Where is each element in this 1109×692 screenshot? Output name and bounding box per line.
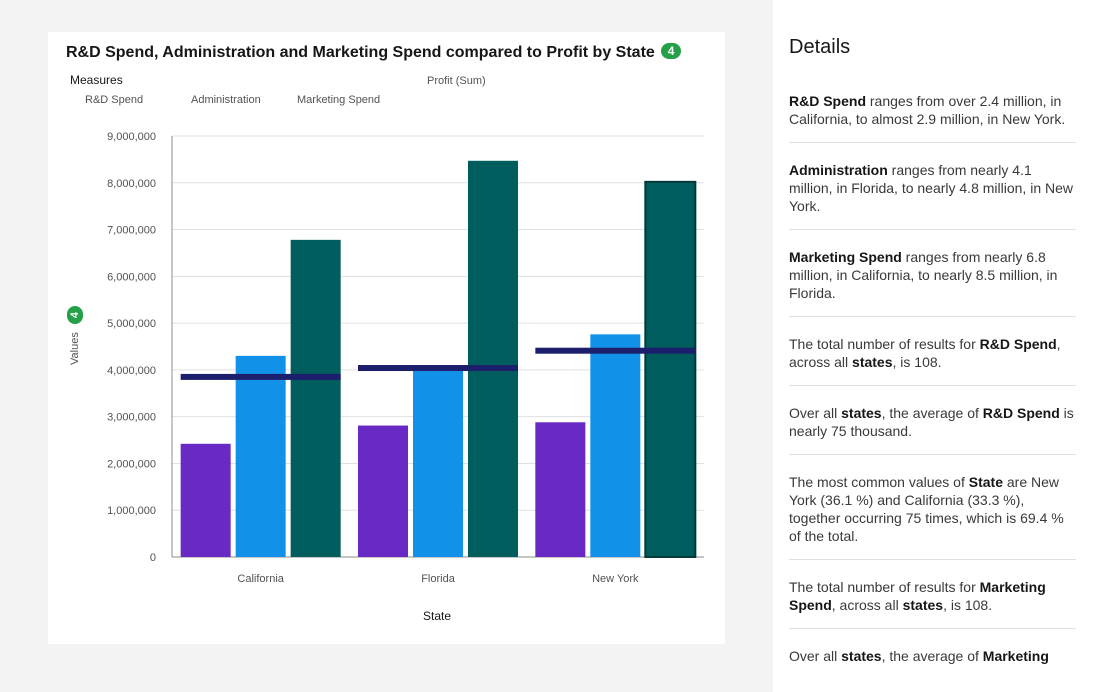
details-panel: Details R&D Spend ranges from over 2.4 m… [773,0,1109,692]
y-tick-label: 3,000,000 [107,412,156,424]
bar-administration-new-york [590,334,641,557]
chart-plot: 0 1,000,000 2,000,000 3,000,000 4,000,000 5,0… [107,131,704,623]
insight-text: Over all [789,405,842,421]
y-tick-label: 6,000,000 [107,271,156,283]
y-tick-label: 0 [150,552,156,564]
insight-text: The total number of results for [789,336,980,352]
x-tick-label: New York [592,573,639,585]
x-tick-label: California [237,573,284,585]
insight-item: The total number of results for R&D Spen… [789,335,1076,386]
insight-item: R&D Spend ranges from over 2.4 million, … [789,92,1076,143]
profit-marker-california [180,373,341,380]
x-axis-title: State [423,609,451,623]
insight-item: The most common values of State are New … [789,473,1076,560]
insight-emphasis: states [841,405,882,421]
insight-text: , is 108. [892,354,942,370]
y-tick-label: 4,000,000 [107,365,156,377]
insight-item: Administration ranges from nearly 4.1 mi… [789,161,1076,230]
bar-marketing-spend-florida [468,160,518,557]
profit-marker-florida [358,365,518,372]
insight-emphasis: R&D Spend [979,336,1057,352]
bar-r-d-spend-new-york [535,422,586,557]
bar-administration-california [235,355,286,557]
insight-text: The total number of results for [789,579,980,595]
insight-item: Marketing Spend ranges from nearly 6.8 m… [789,248,1076,317]
bar-r-d-spend-california [180,443,231,557]
insight-text: , across all [831,597,903,613]
insight-item: Over all states, the average of Marketin… [789,647,1076,679]
y-tick-label: 5,000,000 [107,318,156,330]
y-tick-label: 7,000,000 [107,225,156,237]
insight-text: , is 108. [943,597,993,613]
insight-item: Over all states, the average of R&D Spen… [789,404,1076,455]
insight-emphasis: states [902,597,944,613]
insight-text: Over all [789,648,842,664]
profit-marker-new-york [535,347,696,354]
bar-r-d-spend-florida [358,425,408,557]
y-tick-label: 2,000,000 [107,458,156,470]
chart-card: R&D Spend, Administration and Marketing … [48,32,725,644]
insight-emphasis: Marketing Spend [789,249,902,265]
insight-emphasis: R&D Spend [982,405,1060,421]
insight-emphasis: states [852,354,893,370]
y-tick-label: 8,000,000 [107,178,156,190]
insight-emphasis: R&D Spend [789,93,866,109]
insight-item: The total number of results for Marketin… [789,578,1076,629]
insight-emphasis: Administration [789,162,888,178]
insight-emphasis: State [968,474,1003,490]
insight-text: The most common values of [789,474,969,490]
bar-administration-florida [413,365,463,557]
insight-emphasis: states [841,648,882,664]
x-tick-label: Florida [421,573,456,585]
insight-text: , the average of [881,648,983,664]
y-tick-label: 1,000,000 [107,505,156,517]
insight-emphasis: Marketing [982,648,1049,664]
bar-marketing-spend-new-york [644,180,697,558]
bar-marketing-spend-california [290,239,341,557]
y-tick-label: 9,000,000 [107,131,156,143]
insight-text: , the average of [881,405,983,421]
details-title: Details [789,36,851,58]
